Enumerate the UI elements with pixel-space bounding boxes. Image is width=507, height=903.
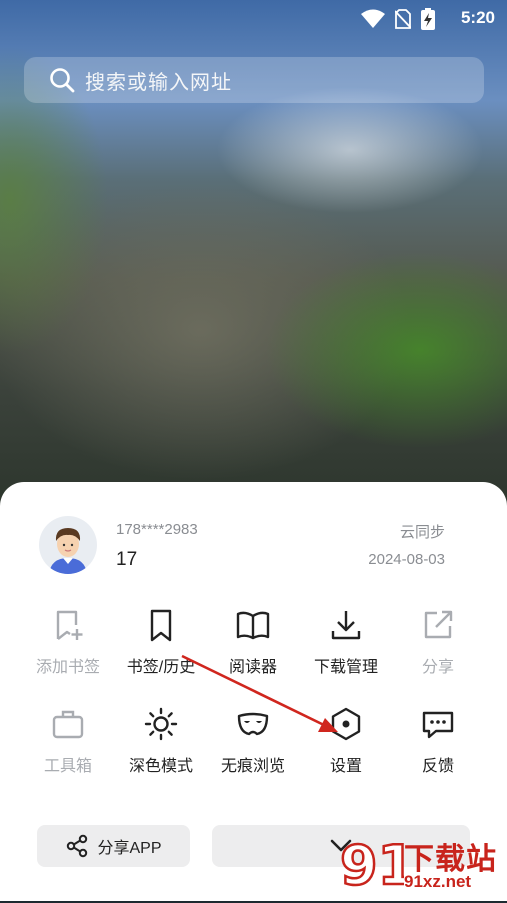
watermark-url: 91xz.net [404, 872, 472, 891]
svg-text:91: 91 [340, 834, 404, 897]
annotation-arrow [181, 654, 338, 732]
watermark-logo: 91 [339, 833, 417, 899]
site-watermark: 91 下载站 91xz.net [338, 832, 504, 899]
